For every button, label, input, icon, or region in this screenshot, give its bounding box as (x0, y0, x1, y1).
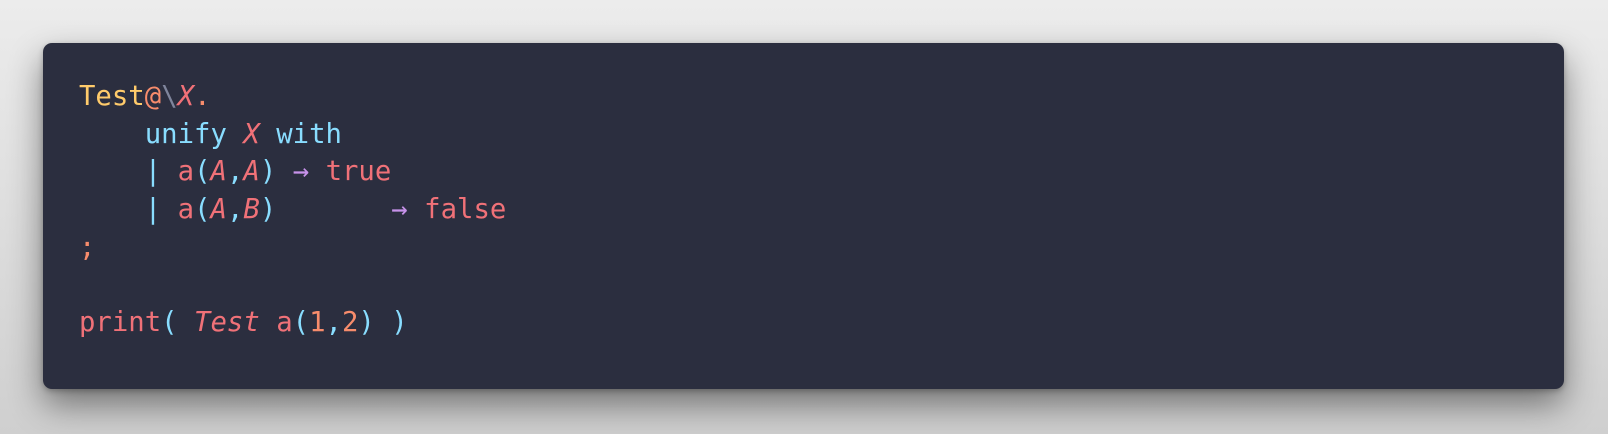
arrow-icon: → (391, 194, 408, 226)
lambda-backslash: \ (161, 81, 178, 112)
functor-a: a (177, 156, 195, 188)
at-operator: @ (144, 81, 162, 112)
variable-x: X (177, 81, 195, 112)
close-paren: ) (259, 194, 277, 226)
variable-x: X (243, 118, 260, 150)
type-name-test: Test (79, 81, 145, 112)
code-line-7: print( Test a(1,2) ) (79, 304, 506, 342)
open-paren: ( (161, 307, 178, 339)
functor-a: a (177, 194, 195, 226)
close-paren: ) (259, 156, 277, 188)
code-line-2: unify X with (79, 116, 506, 154)
code-block: Test@\X. unify X with | a(A,A) → true | … (79, 78, 506, 342)
number-2: 2 (341, 307, 359, 339)
arrow-icon: → (292, 156, 310, 188)
code-line-5: ; (79, 229, 506, 267)
atom-true: true (325, 156, 392, 188)
code-line-1: Test@\X. (79, 78, 506, 116)
pipe: | (144, 194, 162, 226)
close-paren: ) (391, 307, 408, 339)
code-line-4: | a(A,B) → false (79, 191, 507, 229)
open-paren: ( (292, 307, 310, 339)
keyword-with: with (276, 118, 342, 150)
code-line-3: | a(A,A) → true (79, 153, 506, 191)
variable-a: A (210, 194, 227, 226)
open-paren: ( (194, 156, 211, 188)
variable-b: B (243, 194, 260, 226)
pipe: | (144, 156, 162, 188)
comma: , (325, 307, 342, 339)
comma: , (226, 156, 244, 188)
code-line-6-blank (79, 266, 506, 304)
semicolon-terminator: ; (79, 231, 96, 263)
functor-a: a (276, 307, 293, 339)
alignment-space (276, 194, 391, 225)
close-paren: ) (358, 307, 375, 339)
variable-test: Test (194, 307, 260, 339)
builtin-print: print (79, 307, 162, 339)
keyword-unify: unify (144, 118, 227, 150)
comma: , (226, 194, 244, 226)
number-1: 1 (309, 307, 326, 339)
open-paren: ( (194, 194, 211, 226)
variable-a: A (243, 156, 260, 188)
variable-a: A (210, 156, 227, 188)
dot-punctuation: . (194, 81, 211, 112)
atom-false: false (424, 194, 507, 226)
code-snippet-card: Test@\X. unify X with | a(A,A) → true | … (43, 43, 1564, 389)
